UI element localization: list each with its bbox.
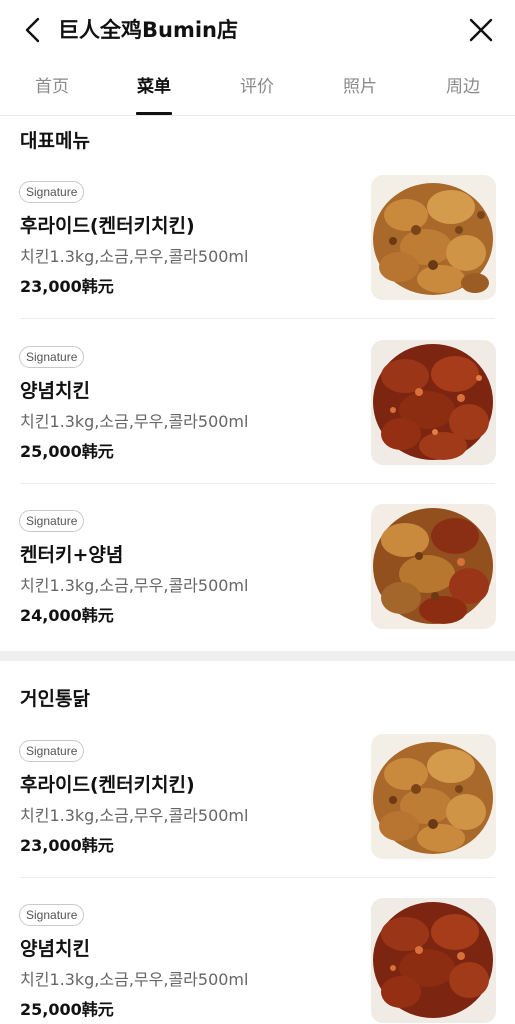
section-title-signature-menu: 대표메뉴 bbox=[20, 130, 90, 152]
menu-item-description: 치킨1.3kg,소금,무우,콜라500ml bbox=[20, 247, 249, 266]
top-bar: 巨人全鸡Bumin店 bbox=[0, 0, 515, 60]
menu-item[interactable]: Signature 후라이드(켄터키치킨) 치킨1.3kg,소금,무우,콜라50… bbox=[0, 175, 515, 345]
tab-photos[interactable]: 照片 bbox=[320, 74, 400, 100]
seasoned-chicken-photo bbox=[371, 340, 496, 465]
signature-badge: Signature bbox=[19, 346, 85, 368]
tab-home[interactable]: 首页 bbox=[12, 74, 92, 100]
menu-item-description: 치킨1.3kg,소금,무우,콜라500ml bbox=[20, 970, 249, 989]
menu-item-name: 후라이드(켄터키치킨) bbox=[20, 774, 195, 796]
section-title-giant-chicken: 거인통닭 bbox=[20, 688, 90, 710]
menu-item-name: 양념치킨 bbox=[20, 380, 90, 402]
active-tab-indicator bbox=[136, 112, 172, 115]
seasoned-chicken-photo bbox=[371, 898, 496, 1023]
menu-item[interactable]: Signature 양념치킨 치킨1.3kg,소금,무우,콜라500ml 25,… bbox=[0, 340, 515, 510]
tab-nearby[interactable]: 周边 bbox=[423, 74, 503, 100]
menu-item-price: 23,000韩元 bbox=[20, 277, 114, 296]
item-divider bbox=[20, 877, 495, 878]
signature-badge: Signature bbox=[19, 740, 85, 762]
menu-item-price: 25,000韩元 bbox=[20, 442, 114, 461]
menu-item[interactable]: Signature 양념치킨 치킨1.3kg,소금,무우,콜라500ml 25,… bbox=[0, 898, 515, 1024]
fried-chicken-photo bbox=[371, 734, 496, 859]
menu-item-name: 양념치킨 bbox=[20, 938, 90, 960]
menu-item-price: 23,000韩元 bbox=[20, 836, 114, 855]
menu-item-name: 켄터키+양념 bbox=[20, 544, 124, 566]
menu-item-price: 25,000韩元 bbox=[20, 1000, 114, 1019]
signature-badge: Signature bbox=[19, 904, 85, 926]
menu-item-description: 치킨1.3kg,소금,무우,콜라500ml bbox=[20, 576, 249, 595]
tab-bar: 首页 菜单 评价 照片 周边 bbox=[0, 62, 515, 116]
section-divider bbox=[0, 651, 515, 661]
item-divider bbox=[20, 318, 495, 319]
back-button[interactable] bbox=[18, 14, 50, 46]
close-icon bbox=[469, 18, 493, 42]
item-divider bbox=[20, 483, 495, 484]
close-button[interactable] bbox=[465, 14, 497, 46]
fried-chicken-photo bbox=[371, 175, 496, 300]
menu-item-description: 치킨1.3kg,소금,무우,콜라500ml bbox=[20, 806, 249, 825]
menu-item[interactable]: Signature 후라이드(켄터키치킨) 치킨1.3kg,소금,무우,콜라50… bbox=[0, 734, 515, 904]
tab-reviews[interactable]: 评价 bbox=[217, 74, 297, 100]
tab-menu[interactable]: 菜单 bbox=[114, 74, 194, 100]
menu-item-description: 치킨1.3kg,소금,무우,콜라500ml bbox=[20, 412, 249, 431]
signature-badge: Signature bbox=[19, 510, 85, 532]
menu-item-price: 24,000韩元 bbox=[20, 606, 114, 625]
signature-badge: Signature bbox=[19, 181, 85, 203]
page-title: 巨人全鸡Bumin店 bbox=[58, 18, 238, 42]
menu-item[interactable]: Signature 켄터키+양념 치킨1.3kg,소금,무우,콜라500ml 2… bbox=[0, 504, 515, 674]
chevron-left-icon bbox=[25, 17, 40, 43]
half-half-chicken-photo bbox=[371, 504, 496, 629]
menu-item-name: 후라이드(켄터키치킨) bbox=[20, 215, 195, 237]
